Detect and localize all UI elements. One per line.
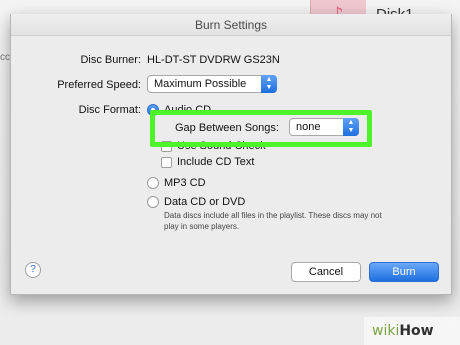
mp3-cd-radio[interactable] (147, 177, 159, 189)
wikihow-how: How (399, 323, 434, 339)
wikihow-wiki: wiki (372, 323, 400, 339)
data-cd-radio[interactable] (147, 196, 159, 208)
dialog-title: Burn Settings (11, 14, 451, 36)
preferred-speed-label: Preferred Speed: (57, 79, 141, 91)
disc-burner-label: Disc Burner: (80, 54, 141, 66)
select-arrows-icon: ▲ ▼ (261, 75, 277, 93)
wikihow-watermark: wikiHow (364, 317, 460, 345)
preferred-speed-select[interactable]: Maximum Possible ▲ ▼ (147, 75, 277, 93)
preferred-speed-value: Maximum Possible (154, 78, 247, 90)
burn-button[interactable]: Burn (369, 262, 439, 282)
help-button[interactable]: ? (25, 262, 41, 278)
data-cd-label: Data CD or DVD (164, 196, 246, 208)
burn-settings-dialog: Burn Settings Disc Burner: HL-DT-ST DVDR… (10, 14, 452, 295)
cancel-button[interactable]: Cancel (291, 262, 361, 282)
disc-burner-value: HL-DT-ST DVDRW GS23N (147, 54, 280, 66)
sidebar-fragment: cc (0, 52, 10, 63)
include-cd-text-label: Include CD Text (177, 156, 255, 168)
include-cd-text-checkbox[interactable] (161, 157, 172, 168)
mp3-cd-label: MP3 CD (164, 177, 206, 189)
gap-highlight-box (150, 110, 372, 147)
disc-format-label: Disc Format: (78, 104, 141, 116)
data-disc-note: Data discs include all files in the play… (164, 211, 382, 231)
